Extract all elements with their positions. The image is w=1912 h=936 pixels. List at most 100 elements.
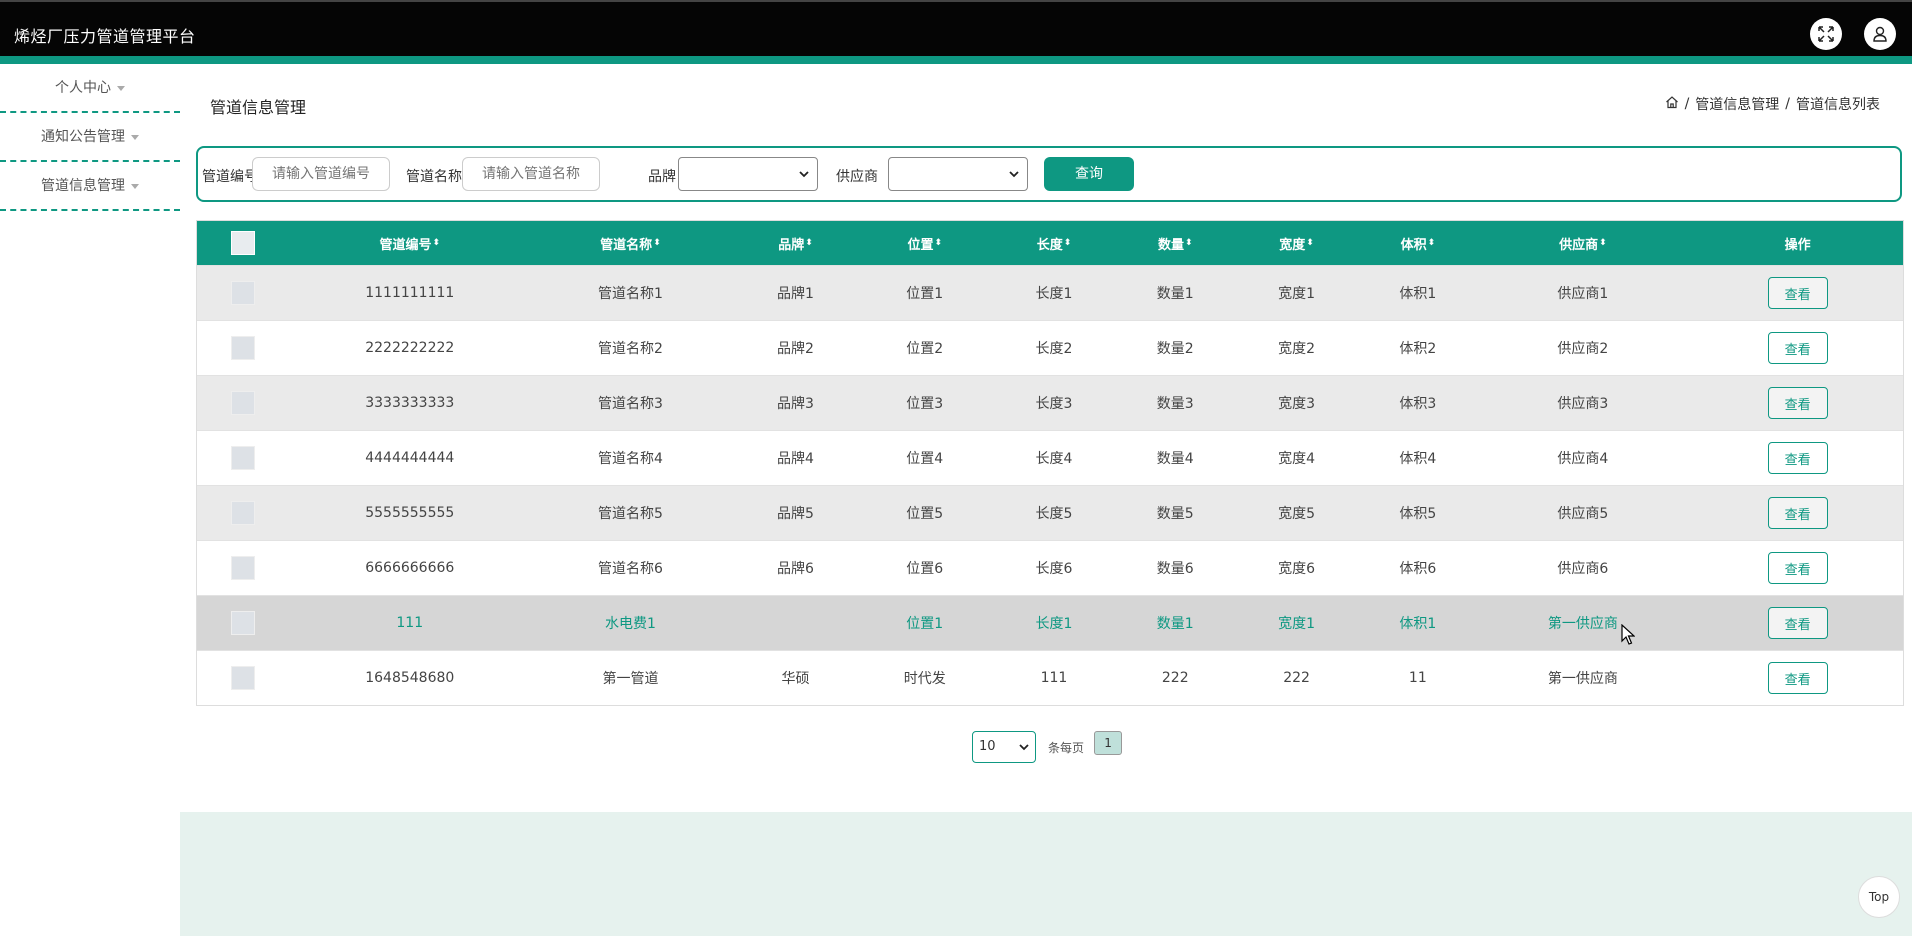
cell-volume: 体积6 [1399,561,1437,577]
header-quantity[interactable]: 数量 ⬍ [1120,221,1231,265]
cell-actions: 查看 [1692,266,1903,320]
table-row[interactable]: 3333333333 管道名称3 品牌3 位置3 长度3 数量3 宽度3 体积3… [197,375,1903,430]
row-checkbox[interactable] [230,501,255,525]
page-size-select[interactable]: 10 [972,731,1036,763]
cell-location: 位置1 [906,616,944,632]
brand-select[interactable] [678,157,818,191]
breadcrumb-level2: 管道信息列表 [1796,97,1880,113]
table-row[interactable]: 2222222222 管道名称2 品牌2 位置2 长度2 数量2 宽度2 体积2… [197,320,1903,375]
cell-name: 管道名称4 [598,451,663,467]
page-number-button[interactable]: 1 [1094,731,1123,755]
cell-location: 位置4 [906,451,944,467]
header-volume[interactable]: 体积 ⬍ [1362,221,1473,265]
view-button[interactable]: 查看 [1767,277,1828,309]
brand-label: 品牌 [648,169,676,185]
sidebar-item-personal-center[interactable]: 个人中心 [0,64,180,113]
cell-actions: 查看 [1692,596,1903,650]
row-checkbox[interactable] [230,446,255,470]
view-button[interactable]: 查看 [1767,332,1828,364]
header-location[interactable]: 位置 ⬍ [861,221,988,265]
view-button[interactable]: 查看 [1767,387,1828,419]
cell-volume: 11 [1408,670,1427,686]
expand-icon[interactable] [1810,18,1842,50]
row-checkbox[interactable] [230,391,255,415]
pipe-code-input[interactable] [252,157,390,191]
row-checkbox[interactable] [230,611,255,635]
cell-supplier: 供应商2 [1557,341,1609,357]
cell-quantity: 数量6 [1156,561,1194,577]
cell-actions: 查看 [1692,376,1903,430]
cell-supplier: 供应商6 [1557,561,1609,577]
view-button[interactable]: 查看 [1767,497,1828,529]
cell-width: 宽度3 [1278,396,1316,412]
per-page-label: 条每页 [1048,740,1085,755]
header-name[interactable]: 管道名称 ⬍ [531,221,730,265]
header-length[interactable]: 长度 ⬍ [988,221,1119,265]
select-all-checkbox[interactable] [230,231,255,255]
cell-volume: 体积3 [1399,396,1437,412]
cell-code: 6666666666 [365,560,455,576]
query-button[interactable]: 查询 [1044,157,1134,191]
cell-name: 管道名称6 [598,561,663,577]
view-button[interactable]: 查看 [1767,442,1828,474]
view-button[interactable]: 查看 [1767,607,1828,639]
cell-length: 长度3 [1035,396,1073,412]
header-brand[interactable]: 品牌 ⬍ [730,221,861,265]
cell-brand: 品牌5 [777,506,814,522]
row-checkbox[interactable] [230,666,255,690]
view-button[interactable]: 查看 [1767,552,1828,584]
sidebar: 个人中心 通知公告管理 管道信息管理 [0,64,180,936]
cell-brand: 品牌6 [777,561,814,577]
cell-supplier: 供应商3 [1557,396,1609,412]
supplier-label: 供应商 [836,169,878,185]
table-header: 管道编号 ⬍ 管道名称 ⬍ 品牌 ⬍ 位置 ⬍ 长度 ⬍ 数量 ⬍ 宽度 ⬍ 体积 ⬍ 供应商 ⬍… [197,221,1903,265]
cell-quantity: 数量1 [1156,616,1194,632]
cell-brand: 华硕 [781,671,810,687]
header-label: 操作 [1784,237,1811,253]
table-row[interactable]: 1648548680 第一管道 华硕 时代发 111 222 222 11 第一… [197,650,1903,705]
header-supplier[interactable]: 供应商 ⬍ [1474,221,1693,265]
cell-volume: 体积1 [1399,286,1437,302]
cell-volume: 体积2 [1399,341,1437,357]
supplier-select[interactable] [888,157,1028,191]
pagination: 10 条每页 1 [972,731,1123,763]
row-select-cell [197,486,288,540]
sidebar-item-label: 通知公告管理 [41,129,125,145]
home-icon[interactable] [1665,95,1679,113]
row-checkbox[interactable] [230,556,255,580]
row-checkbox[interactable] [230,336,255,360]
table-row[interactable]: 4444444444 管道名称4 品牌4 位置4 长度4 数量4 宽度4 体积4… [197,430,1903,485]
row-checkbox[interactable] [230,281,255,305]
header-label: 体积 [1400,237,1427,253]
cell-length: 长度4 [1035,451,1073,467]
user-icon[interactable] [1864,18,1896,50]
header-width[interactable]: 宽度 ⬍ [1231,221,1362,265]
header-code[interactable]: 管道编号 ⬍ [288,221,531,265]
cell-brand: 品牌3 [777,396,814,412]
sidebar-item-pipeline-management[interactable]: 管道信息管理 [0,162,180,211]
header-label: 长度 [1036,237,1063,253]
header-label: 管道编号 [379,237,432,253]
sort-icon: ⬍ [1599,238,1607,248]
cell-actions: 查看 [1692,431,1903,485]
back-to-top-button[interactable]: Top [1858,876,1900,918]
cell-location: 位置1 [906,286,944,302]
sort-icon: ⬍ [1185,238,1193,248]
pipe-name-input[interactable] [462,157,600,191]
cell-code: 4444444444 [365,450,455,466]
cell-code: 111 [396,615,424,631]
table-row[interactable]: 6666666666 管道名称6 品牌6 位置6 长度6 数量6 宽度6 体积6… [197,540,1903,595]
cell-code: 1111111111 [365,285,455,301]
cell-actions: 查看 [1692,486,1903,540]
view-button[interactable]: 查看 [1767,662,1828,694]
breadcrumb-level1[interactable]: 管道信息管理 [1695,94,1779,114]
sort-icon: ⬍ [934,238,943,248]
table-row-hovered[interactable]: 111 水电费1 位置1 长度1 数量1 宽度1 体积1 第一供应商 查看 [197,595,1903,650]
cell-location: 位置3 [906,396,944,412]
chevron-down-icon [1019,744,1029,751]
header-label: 位置 [907,237,934,253]
table-row[interactable]: 1111111111 管道名称1 品牌1 位置1 长度1 数量1 宽度1 体积1… [197,265,1903,320]
sidebar-item-notice-management[interactable]: 通知公告管理 [0,113,180,162]
cell-quantity: 222 [1161,670,1189,686]
table-row[interactable]: 5555555555 管道名称5 品牌5 位置5 长度5 数量5 宽度5 体积5… [197,485,1903,540]
